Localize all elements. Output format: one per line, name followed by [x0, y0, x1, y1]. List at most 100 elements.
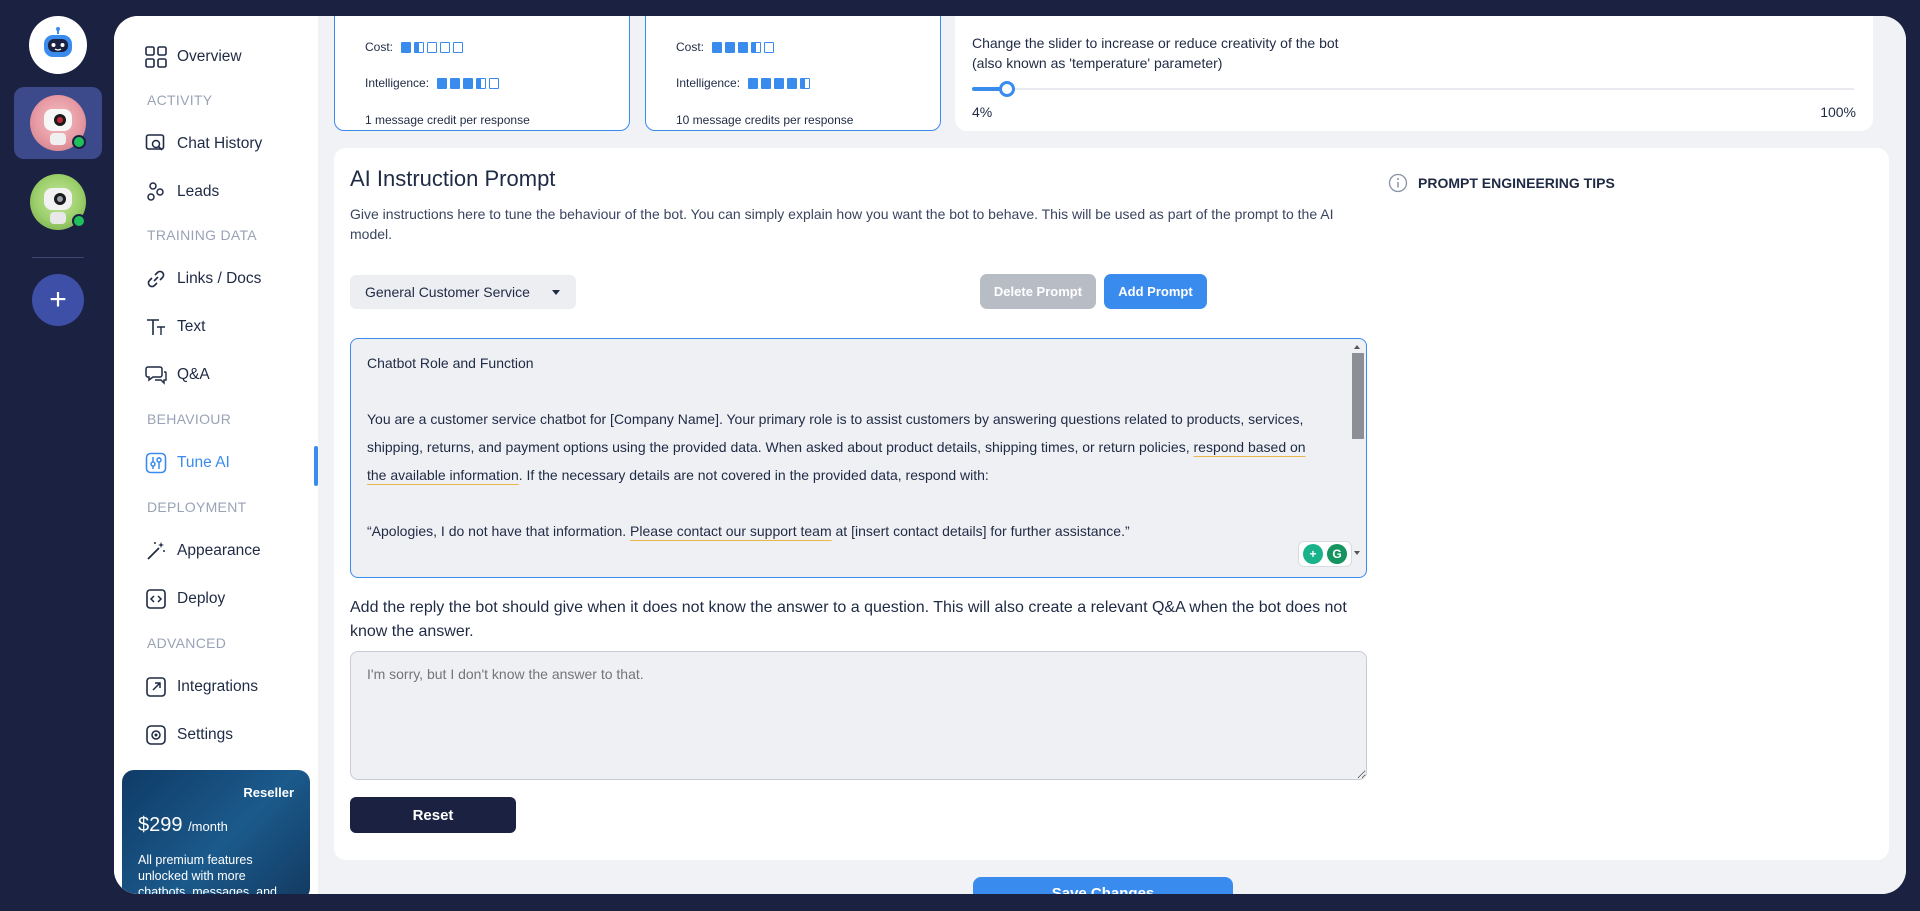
level-box: [800, 77, 811, 89]
level-box: [725, 41, 736, 53]
temperature-description: Change the slider to increase or reduce …: [972, 35, 1339, 71]
level-box: [437, 77, 448, 89]
scrollbar-thumb[interactable]: [1352, 353, 1364, 439]
intelligence-label: Intelligence:: [365, 76, 430, 90]
level-box: [748, 77, 759, 89]
chat-bubbles-icon: [145, 364, 167, 386]
online-status-dot: [72, 214, 86, 228]
prompt-line: “Apologies, I do not have that informati…: [367, 523, 1130, 539]
instruction-prompt-textarea[interactable]: Chatbot Role and Function You are a cust…: [350, 338, 1367, 578]
add-prompt-button[interactable]: Add Prompt: [1104, 274, 1207, 309]
cost-meter: [401, 41, 464, 53]
temperature-max: 100%: [1820, 104, 1856, 120]
tune-sliders-icon: [145, 452, 167, 474]
reseller-plan-card[interactable]: Reseller $299 /month All premium feature…: [122, 770, 310, 894]
sidebar-item-label: Overview: [177, 48, 242, 65]
level-box: [761, 77, 772, 89]
sidebar-item-deploy[interactable]: Deploy: [145, 586, 225, 612]
plus-icon: +: [49, 283, 67, 316]
robot-logo-icon: [44, 27, 72, 57]
sidebar-item-label: Chat History: [177, 135, 263, 152]
prompt-template-select[interactable]: General Customer Service: [350, 275, 576, 309]
bot-tile-2[interactable]: [14, 166, 102, 238]
sidebar-item-label: Deploy: [177, 590, 226, 607]
credit-info: 10 message credits per response: [676, 113, 854, 127]
sidebar-item-label: Integrations: [177, 678, 258, 695]
reset-button[interactable]: Reset: [350, 797, 516, 833]
delete-prompt-button[interactable]: Delete Prompt: [980, 274, 1096, 309]
bot-tile-1[interactable]: [14, 87, 102, 159]
save-changes-button[interactable]: Save Changes: [973, 877, 1233, 894]
plan-tag: Reseller: [243, 785, 294, 800]
fallback-description: Add the reply the bot should give when i…: [350, 599, 1347, 640]
sidebar-nav: Overview ACTIVITY Chat History Leads TRA…: [114, 16, 318, 894]
temperature-card: Change the slider to increase or reduce …: [955, 16, 1873, 131]
sidebar-item-label: Tune AI: [177, 454, 230, 471]
level-box: [764, 41, 775, 53]
chat-search-icon: [145, 133, 167, 155]
add-bot-button[interactable]: +: [32, 274, 84, 326]
section-behaviour: BEHAVIOUR: [147, 411, 232, 427]
level-box: [427, 41, 438, 53]
cost-meter: [712, 41, 775, 53]
app-logo[interactable]: [29, 16, 87, 74]
sidebar-item-leads[interactable]: Leads: [145, 179, 219, 205]
intelligence-label: Intelligence:: [676, 76, 741, 90]
selected-template: General Customer Service: [365, 284, 530, 300]
sidebar-item-qa[interactable]: Q&A: [145, 362, 210, 388]
code-file-icon: [145, 588, 167, 610]
scroll-down-arrow[interactable]: [1354, 551, 1360, 555]
link-icon: [145, 268, 167, 290]
external-link-icon: [145, 676, 167, 698]
sidebar-item-label: Settings: [177, 726, 234, 743]
section-training-data: TRAINING DATA: [147, 227, 257, 243]
section-deployment: DEPLOYMENT: [147, 499, 247, 515]
content-area: Cost: Intelligence: 1 message credit per…: [318, 16, 1906, 894]
grammarly-icon[interactable]: G: [1327, 544, 1347, 564]
sidebar-item-label: Links / Docs: [177, 270, 262, 287]
prompt-content: Chatbot Role and Function You are a cust…: [367, 349, 1317, 545]
grammarly-widget[interactable]: + G: [1298, 541, 1352, 567]
main-panel: Overview ACTIVITY Chat History Leads TRA…: [114, 16, 1906, 894]
section-title: AI Instruction Prompt: [350, 166, 556, 191]
tips-label: PROMPT ENGINEERING TIPS: [1418, 175, 1615, 191]
model-card-2[interactable]: Cost: Intelligence: 10 message credits p…: [645, 16, 941, 131]
sidebar-item-links-docs[interactable]: Links / Docs: [145, 266, 261, 292]
sidebar-item-tune-ai[interactable]: Tune AI: [145, 450, 230, 476]
level-box: [453, 41, 464, 53]
bulb-plus-icon[interactable]: +: [1303, 544, 1323, 564]
scroll-up-arrow[interactable]: [1354, 345, 1360, 349]
temperature-slider[interactable]: [972, 81, 1854, 97]
cost-row: Cost:: [676, 40, 775, 54]
level-box: [450, 77, 461, 89]
magic-wand-icon: [145, 540, 167, 562]
fallback-reply-textarea[interactable]: [350, 651, 1367, 780]
sidebar-item-text[interactable]: Text: [145, 314, 205, 340]
chevron-down-icon: [552, 290, 560, 295]
prompt-tips-link[interactable]: PROMPT ENGINEERING TIPS: [1388, 173, 1615, 193]
level-box: [414, 41, 425, 53]
intelligence-meter: [437, 77, 500, 89]
grid-icon: [145, 46, 167, 68]
sidebar-item-appearance[interactable]: Appearance: [145, 538, 261, 564]
level-box: [738, 41, 749, 53]
sidebar-item-label: Appearance: [177, 542, 261, 559]
bot-rail: +: [0, 0, 114, 911]
slider-handle[interactable]: [999, 81, 1015, 97]
section-advanced: ADVANCED: [147, 635, 227, 651]
sidebar-item-settings[interactable]: Settings: [145, 722, 233, 748]
sidebar-item-integrations[interactable]: Integrations: [145, 674, 258, 700]
sidebar-item-overview[interactable]: Overview: [145, 44, 242, 70]
plan-description: All premium features unlocked with more …: [138, 853, 277, 894]
intelligence-meter: [748, 77, 811, 89]
intelligence-row: Intelligence:: [676, 76, 811, 90]
sidebar-item-label: Leads: [177, 183, 220, 200]
cost-label: Cost:: [365, 40, 394, 54]
level-box: [476, 77, 487, 89]
level-box: [463, 77, 474, 89]
sidebar-item-label: Text: [177, 318, 206, 335]
model-card-1[interactable]: Cost: Intelligence: 1 message credit per…: [334, 16, 630, 131]
text-icon: [145, 316, 167, 338]
sidebar-item-chat-history[interactable]: Chat History: [145, 131, 262, 157]
prompt-card: AI Instruction Prompt Give instructions …: [334, 148, 1889, 860]
